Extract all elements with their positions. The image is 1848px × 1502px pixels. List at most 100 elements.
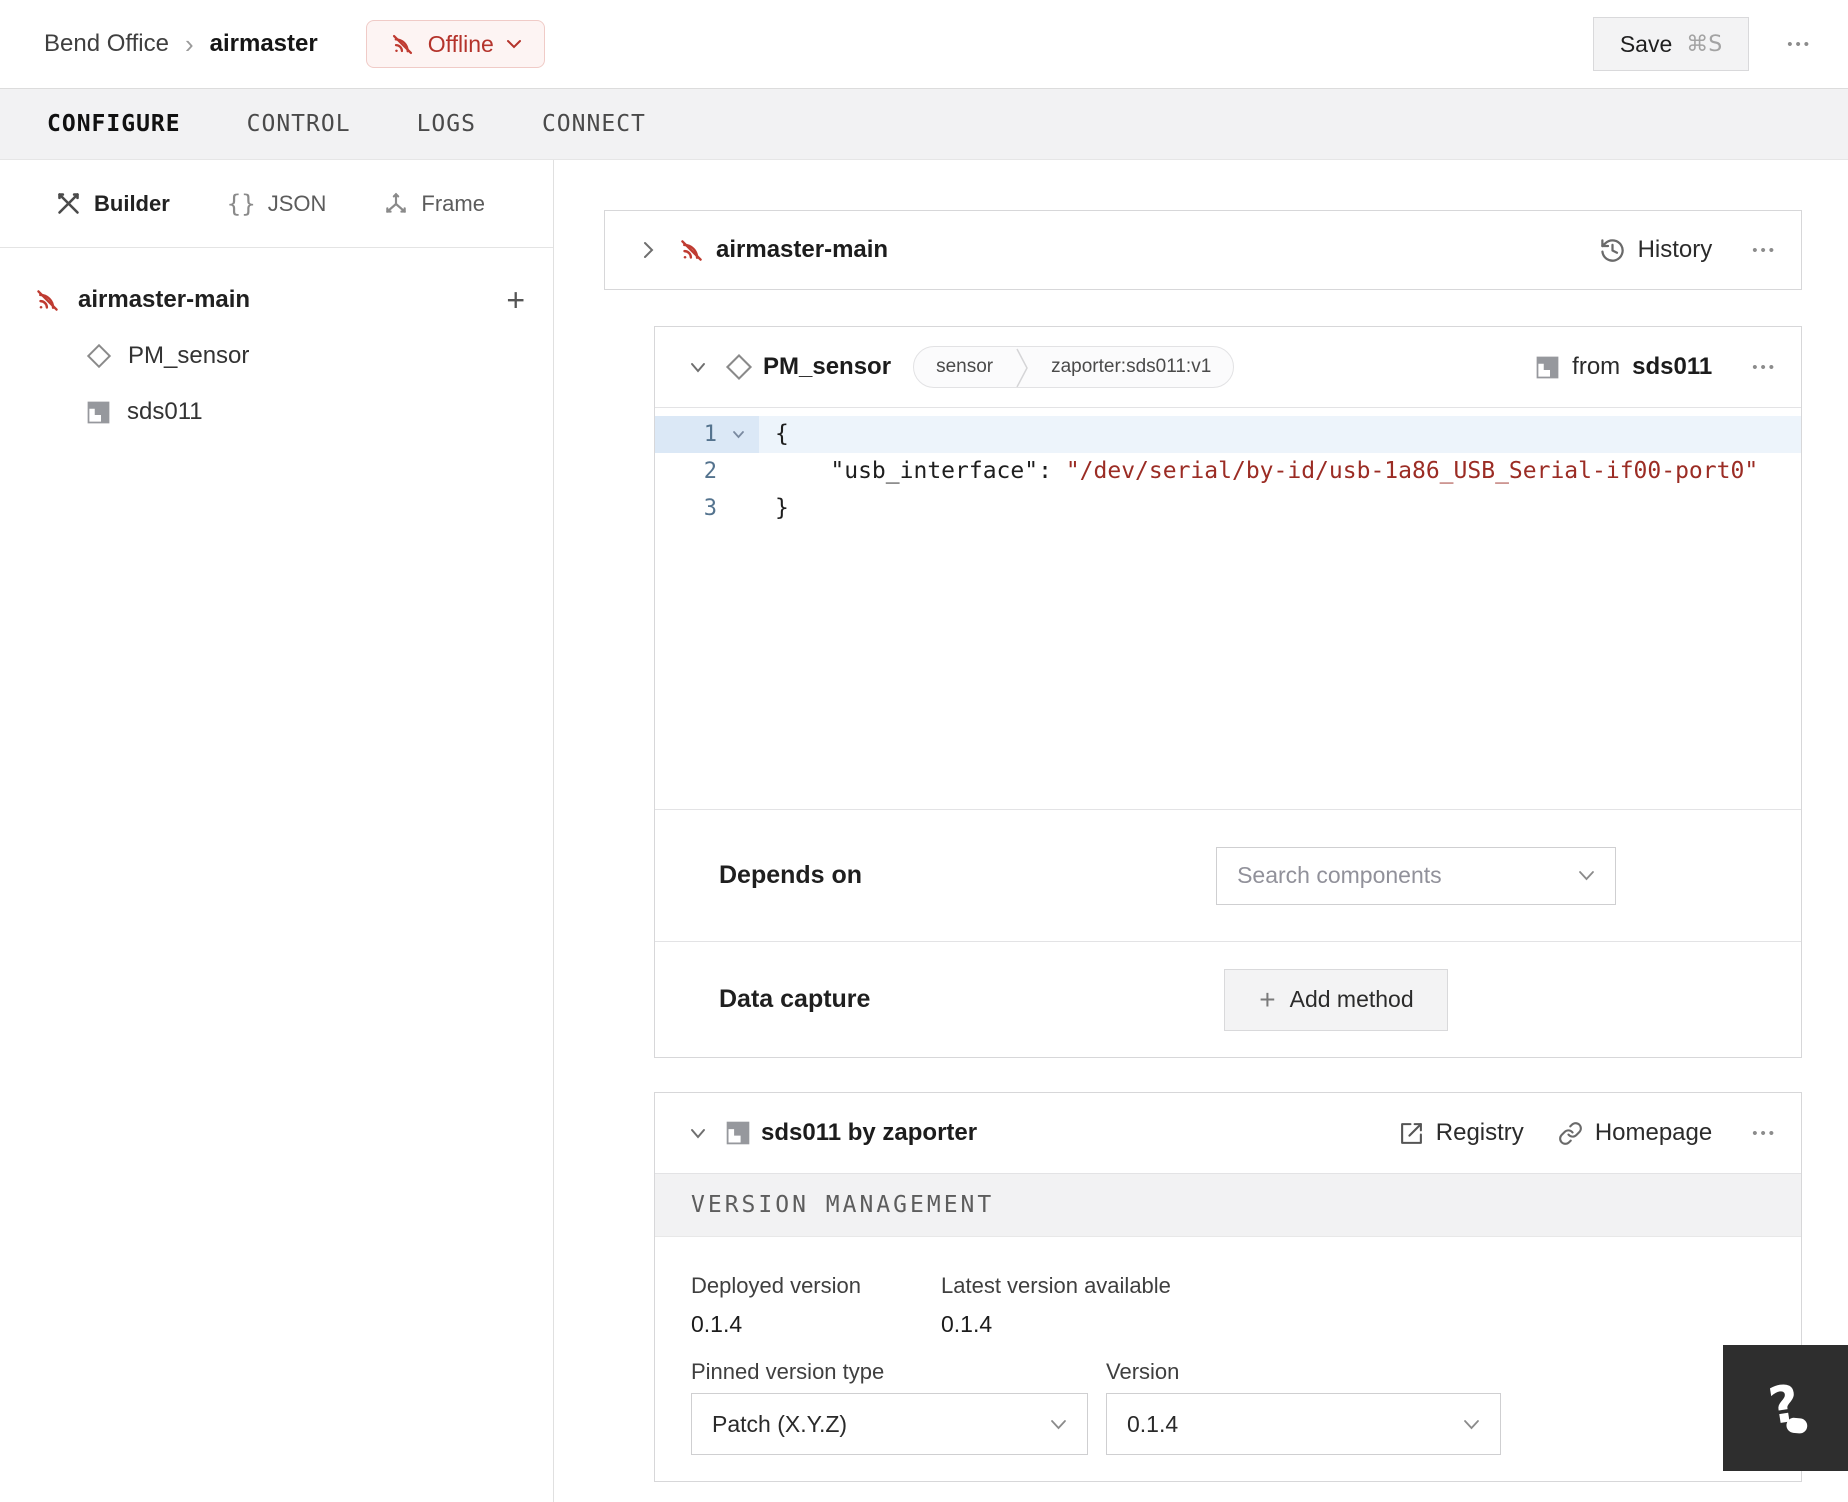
- external-link-icon: [1399, 1121, 1424, 1146]
- history-label: History: [1637, 236, 1713, 263]
- tab-logs[interactable]: LOGS: [417, 111, 476, 137]
- add-component-button[interactable]: +: [506, 284, 525, 316]
- breadcrumb-separator-icon: ›: [184, 28, 194, 59]
- expand-chevron-right-icon[interactable]: [631, 233, 665, 267]
- code-text: {: [775, 421, 789, 447]
- save-shortcut: ⌘S: [1686, 31, 1723, 57]
- save-button[interactable]: Save ⌘S: [1592, 17, 1750, 71]
- tab-configure[interactable]: CONFIGURE: [47, 111, 181, 137]
- component-title: PM_sensor: [763, 353, 892, 380]
- code-text: "usb_interface": "/dev/serial/by-id/usb-…: [759, 458, 1758, 484]
- badge-model: zaporter:sds011:v1: [1051, 356, 1212, 377]
- fold-gutter: [717, 453, 759, 490]
- line-number: 2: [703, 459, 717, 484]
- depends-on-label: Depends on: [719, 861, 863, 889]
- plus-icon: +: [1259, 983, 1276, 1015]
- tree-item-label: sds011: [127, 398, 203, 425]
- history-button[interactable]: History: [1599, 236, 1713, 264]
- fold-chevron-icon[interactable]: [717, 416, 759, 453]
- code-line: 2 "usb_interface": "/dev/serial/by-id/us…: [655, 453, 1801, 490]
- code-line: 1 {: [655, 416, 1801, 453]
- module-card: sds011 by zaporter Registry Homepage •••…: [654, 1092, 1802, 1482]
- view-label: Builder: [94, 190, 170, 216]
- from-module-link[interactable]: from sds011: [1535, 353, 1712, 381]
- module-icon: [725, 1120, 751, 1146]
- attributes-code-editor[interactable]: 1 { 2 "usb_interface": "/dev/serial/by-i…: [655, 407, 1801, 809]
- collapse-chevron-down-icon[interactable]: [681, 350, 715, 384]
- version-management-header: VERSION MANAGEMENT: [655, 1173, 1801, 1237]
- json-key: "usb_interface": [775, 458, 1039, 484]
- deployed-version-label: Deployed version: [691, 1273, 861, 1298]
- tree-item-airmaster-main[interactable]: airmaster-main +: [0, 272, 553, 328]
- braces-icon: {}: [226, 189, 256, 218]
- add-method-button[interactable]: + Add method: [1224, 968, 1449, 1031]
- pinned-version-type-select[interactable]: Patch (X.Y.Z): [691, 1393, 1088, 1455]
- from-label: from: [1572, 353, 1621, 380]
- chevron-down-icon: [1463, 1419, 1480, 1430]
- diamond-icon: [725, 353, 753, 381]
- machine-status-dropdown[interactable]: Offline: [365, 20, 545, 68]
- wifi-off-icon: [677, 236, 706, 265]
- depends-on-placeholder: Search components: [1237, 862, 1442, 888]
- data-capture-section: Data capture + Add method: [655, 941, 1801, 1057]
- module-icon: [1535, 355, 1560, 380]
- tree-item-pm-sensor[interactable]: PM_sensor: [0, 328, 553, 384]
- module-menu-button[interactable]: •••: [1752, 1125, 1777, 1142]
- app-window: Bend Office › airmaster Offline Save ⌘S …: [0, 0, 1848, 1502]
- component-card: PM_sensor sensor zaporter:sds011:v1 from…: [654, 326, 1802, 1058]
- view-frame[interactable]: Frame: [383, 191, 485, 217]
- view-builder[interactable]: Builder: [55, 190, 170, 217]
- save-label: Save: [1619, 30, 1673, 57]
- view-label: Frame: [421, 190, 485, 216]
- tree-item-label: airmaster-main: [78, 286, 251, 313]
- machine-card: airmaster-main History •••: [604, 210, 1802, 290]
- homepage-label: Homepage: [1594, 1119, 1713, 1146]
- view-switcher: Builder {} JSON Frame: [0, 160, 553, 248]
- homepage-link[interactable]: Homepage: [1558, 1119, 1712, 1147]
- main-content: airmaster-main History ••• PM_sensor sen…: [554, 160, 1848, 1502]
- code-text: }: [775, 495, 789, 521]
- status-label: Offline: [427, 30, 494, 57]
- version-label: Version: [1106, 1359, 1180, 1384]
- data-capture-label: Data capture: [719, 985, 871, 1013]
- chevron-down-icon: [506, 40, 521, 49]
- tab-connect[interactable]: CONNECT: [542, 111, 646, 137]
- help-button[interactable]: ?: [1723, 1345, 1848, 1471]
- badge-type: sensor: [936, 356, 994, 377]
- collapse-chevron-down-icon[interactable]: [681, 1116, 715, 1150]
- module-title: sds011 by zaporter: [761, 1119, 978, 1146]
- config-sidebar: Builder {} JSON Frame airmaster-main + P…: [0, 160, 554, 1502]
- version-management-body: Deployed version Latest version availabl…: [655, 1237, 1801, 1481]
- component-menu-button[interactable]: •••: [1752, 359, 1777, 376]
- top-header: Bend Office › airmaster Offline Save ⌘S …: [0, 0, 1848, 88]
- json-separator: :: [1038, 458, 1066, 484]
- tree-item-sds011[interactable]: sds011: [0, 384, 553, 440]
- machine-menu-button[interactable]: •••: [1752, 242, 1777, 259]
- header-menu-button[interactable]: •••: [1787, 36, 1812, 53]
- breadcrumb-org[interactable]: Bend Office: [44, 30, 169, 58]
- add-method-label: Add method: [1289, 986, 1414, 1012]
- module-icon: [86, 400, 111, 425]
- depends-on-select[interactable]: Search components: [1216, 846, 1617, 905]
- machine-card-header: airmaster-main History •••: [605, 211, 1801, 289]
- tab-control[interactable]: CONTROL: [247, 111, 351, 137]
- view-json[interactable]: {} JSON: [227, 190, 327, 218]
- from-module-name: sds011: [1632, 353, 1713, 380]
- pinned-version-type-value: Patch (X.Y.Z): [712, 1410, 848, 1437]
- machine-part-title: airmaster-main: [716, 236, 889, 263]
- component-card-header: PM_sensor sensor zaporter:sds011:v1 from…: [655, 327, 1801, 407]
- line-number: 3: [703, 496, 717, 521]
- badge-divider-chevron-icon: [1016, 348, 1028, 387]
- line-number: 1: [655, 416, 717, 453]
- latest-version-label: Latest version available: [941, 1273, 1171, 1298]
- chevron-down-icon: [1578, 870, 1595, 881]
- registry-link[interactable]: Registry: [1399, 1119, 1524, 1147]
- link-icon: [1558, 1121, 1583, 1146]
- depends-on-section: Depends on Search components: [655, 809, 1801, 941]
- tree-item-label: PM_sensor: [128, 342, 250, 369]
- wifi-off-icon: [389, 31, 416, 58]
- version-select[interactable]: 0.1.4: [1106, 1393, 1501, 1455]
- fold-gutter: [717, 490, 759, 527]
- module-card-header: sds011 by zaporter Registry Homepage •••: [655, 1093, 1801, 1173]
- breadcrumb-machine: airmaster: [209, 30, 318, 57]
